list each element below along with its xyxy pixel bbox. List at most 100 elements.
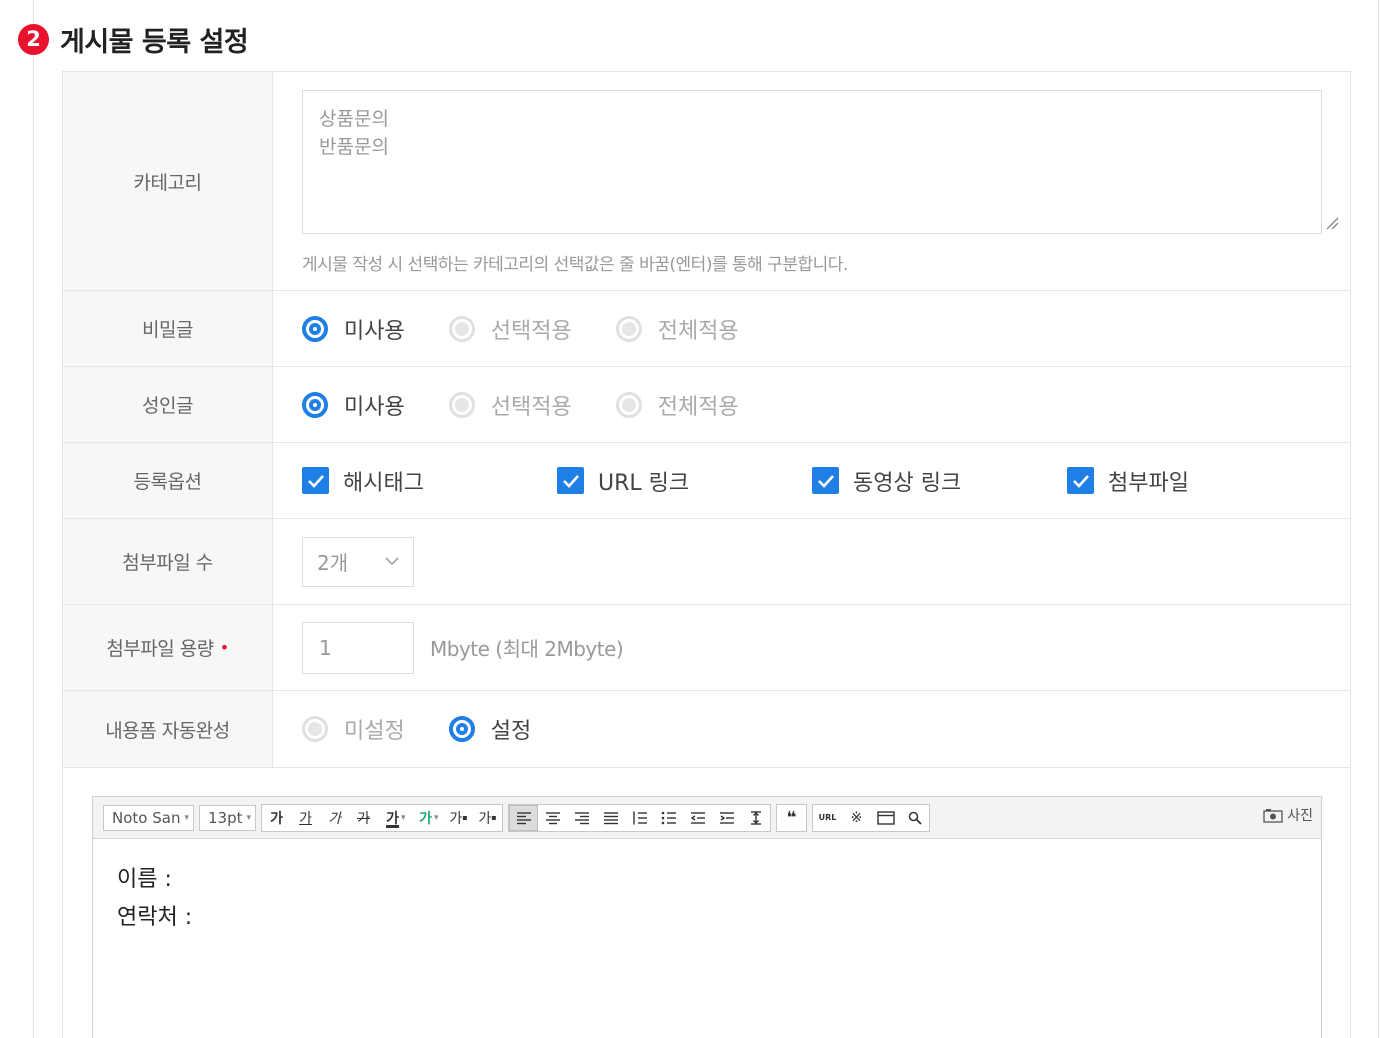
autocomplete-radio-group: 미설정 설정 xyxy=(302,713,575,745)
editor-content[interactable]: 이름 : 연락처 : xyxy=(93,839,1321,959)
row-category: 카테고리 상품문의 반품문의 게시물 작성 시 선택하는 카테고리의 선택값은 … xyxy=(63,72,1350,291)
underline-button[interactable]: 가 xyxy=(291,805,320,831)
superscript-marker-icon: ▪ xyxy=(462,813,468,822)
checkbox-label: 동영상 링크 xyxy=(853,470,962,496)
radio-on-icon[interactable] xyxy=(302,391,328,418)
superscript-glyph: 가 xyxy=(449,810,463,827)
checkbox-label: 첨부파일 xyxy=(1108,470,1189,496)
section-title: 게시물 등록 설정 xyxy=(60,26,249,58)
url-link-icon[interactable]: URL xyxy=(813,805,842,831)
radio-label: 설정 xyxy=(490,719,532,744)
ordered-list-icon[interactable] xyxy=(625,805,654,831)
camera-icon xyxy=(1263,808,1283,823)
quote-group: ❝ xyxy=(776,803,808,832)
radio-autocomplete-off[interactable]: 미설정 xyxy=(302,713,405,745)
align-right-icon[interactable] xyxy=(567,805,596,831)
font-size-select[interactable]: 13pt ▾ xyxy=(198,804,257,831)
settings-table: 카테고리 상품문의 반품문의 게시물 작성 시 선택하는 카테고리의 선택값은 … xyxy=(62,71,1351,768)
row-attach-count: 첨부파일 수 2개 xyxy=(63,519,1350,605)
checkbox-checked-icon[interactable] xyxy=(302,467,329,494)
caret-down-icon[interactable]: ▾ xyxy=(401,813,411,823)
radio-label: 선택적용 xyxy=(490,394,572,420)
insert-group: URL ※ xyxy=(812,803,931,832)
subscript-glyph: 가 xyxy=(478,810,492,827)
italic-button[interactable]: 가 xyxy=(320,805,349,831)
row-label-autocomplete: 내용폼 자동완성 xyxy=(63,691,273,767)
radio-off-icon[interactable] xyxy=(448,315,475,342)
indent-icon[interactable] xyxy=(712,805,741,831)
superscript-button[interactable]: 가 ▪ xyxy=(444,805,473,831)
radio-label: 미설정 xyxy=(344,719,405,744)
checkbox-label: URL 링크 xyxy=(598,470,690,496)
radio-off-icon[interactable] xyxy=(615,391,642,418)
outdent-icon[interactable] xyxy=(683,805,712,831)
align-left-icon[interactable] xyxy=(509,804,539,831)
subscript-marker-icon: ▪ xyxy=(491,813,497,822)
attach-size-label: 첨부파일 용량 xyxy=(106,638,214,660)
bold-button[interactable]: 가 xyxy=(262,805,291,831)
caret-down-icon[interactable]: ▾ xyxy=(434,813,444,823)
checkbox-label: 해시태그 xyxy=(343,470,424,496)
editor-toolbar: Noto San ▾ 13pt ▾ 가 가 가 가 가 ▾ 가 ▾ 가 ▪ 가 ▪ xyxy=(93,797,1321,839)
unordered-list-icon[interactable] xyxy=(654,805,683,831)
photo-label: 사진 xyxy=(1287,808,1313,824)
radio-label: 미사용 xyxy=(344,318,405,344)
caret-down-icon: ▾ xyxy=(184,812,189,823)
radio-on-icon[interactable] xyxy=(302,315,328,342)
subscript-button[interactable]: 가 ▪ xyxy=(473,805,502,831)
alignment-group xyxy=(508,803,772,832)
row-label-attach-count: 첨부파일 수 xyxy=(63,519,273,604)
checkbox-url-link[interactable]: URL 링크 xyxy=(557,465,812,497)
strikethrough-button[interactable]: 가 xyxy=(349,805,378,831)
radio-adult-all[interactable]: 전체적용 xyxy=(615,389,739,421)
rich-text-editor: Noto San ▾ 13pt ▾ 가 가 가 가 가 ▾ 가 ▾ 가 ▪ 가 ▪ xyxy=(92,796,1322,1038)
register-options-checkboxes: 해시태그 URL 링크 동영상 링크 첨부파일 xyxy=(302,465,1322,497)
attach-size-input[interactable]: 1 xyxy=(302,621,414,674)
text-format-group: 가 가 가 가 가 ▾ 가 ▾ 가 ▪ 가 ▪ xyxy=(261,803,504,832)
required-mark: • xyxy=(219,638,229,657)
row-label-attach-size: 첨부파일 용량 • xyxy=(63,605,273,690)
row-adult-post: 성인글 미사용 선택적용 전체적용 xyxy=(63,367,1350,443)
row-register-options: 등록옵션 해시태그 URL 링크 동영상 링크 첨부파일 xyxy=(63,443,1350,519)
radio-secret-none[interactable]: 미사용 xyxy=(302,313,405,345)
editor-area: Noto San ▾ 13pt ▾ 가 가 가 가 가 ▾ 가 ▾ 가 ▪ 가 ▪ xyxy=(62,768,1351,1038)
font-family-value: Noto San xyxy=(112,808,181,827)
checkbox-checked-icon[interactable] xyxy=(812,467,839,494)
category-help-text: 게시물 작성 시 선택하는 카테고리의 선택값은 줄 바꿈(엔터)를 통해 구분… xyxy=(302,255,848,275)
attach-count-value: 2개 xyxy=(317,551,349,575)
attach-count-select[interactable]: 2개 xyxy=(302,536,414,587)
row-label-category: 카테고리 xyxy=(63,72,273,290)
special-char-icon[interactable]: ※ xyxy=(842,805,871,831)
quote-icon[interactable]: ❝ xyxy=(777,805,806,831)
table-icon[interactable] xyxy=(871,805,900,831)
row-attach-size: 첨부파일 용량 • 1 Mbyte (최대 2Mbyte) xyxy=(63,605,1350,691)
radio-adult-optional[interactable]: 선택적용 xyxy=(448,389,572,421)
radio-adult-none[interactable]: 미사용 xyxy=(302,389,405,421)
radio-on-icon[interactable] xyxy=(448,716,475,742)
search-icon[interactable] xyxy=(900,805,929,831)
checkbox-video-link[interactable]: 동영상 링크 xyxy=(812,465,1067,497)
category-textarea[interactable]: 상품문의 반품문의 xyxy=(302,90,1322,234)
font-family-select[interactable]: Noto San ▾ xyxy=(103,804,194,831)
checkbox-checked-icon[interactable] xyxy=(557,467,584,494)
checkbox-attachment[interactable]: 첨부파일 xyxy=(1067,465,1322,497)
align-center-icon[interactable] xyxy=(538,805,567,831)
caret-down-icon: ▾ xyxy=(246,812,252,823)
radio-secret-optional[interactable]: 선택적용 xyxy=(448,313,572,345)
checkbox-checked-icon[interactable] xyxy=(1067,467,1094,494)
radio-secret-all[interactable]: 전체적용 xyxy=(615,313,739,345)
photo-button[interactable]: 사진 xyxy=(1263,805,1313,825)
radio-off-icon[interactable] xyxy=(448,391,475,418)
line-height-icon[interactable] xyxy=(741,805,770,831)
row-label-register-options: 등록옵션 xyxy=(63,443,273,518)
checkbox-hashtag[interactable]: 해시태그 xyxy=(302,465,557,497)
resize-grip-icon[interactable] xyxy=(1325,216,1339,230)
radio-off-icon[interactable] xyxy=(302,716,328,742)
align-justify-icon[interactable] xyxy=(596,805,625,831)
radio-off-icon[interactable] xyxy=(615,315,642,342)
chevron-down-icon xyxy=(385,557,399,566)
radio-autocomplete-on[interactable]: 설정 xyxy=(448,713,532,745)
font-size-value: 13pt xyxy=(207,808,243,827)
adult-post-radio-group: 미사용 선택적용 전체적용 xyxy=(302,389,783,421)
attach-size-unit: Mbyte (최대 2Mbyte) xyxy=(430,637,624,661)
